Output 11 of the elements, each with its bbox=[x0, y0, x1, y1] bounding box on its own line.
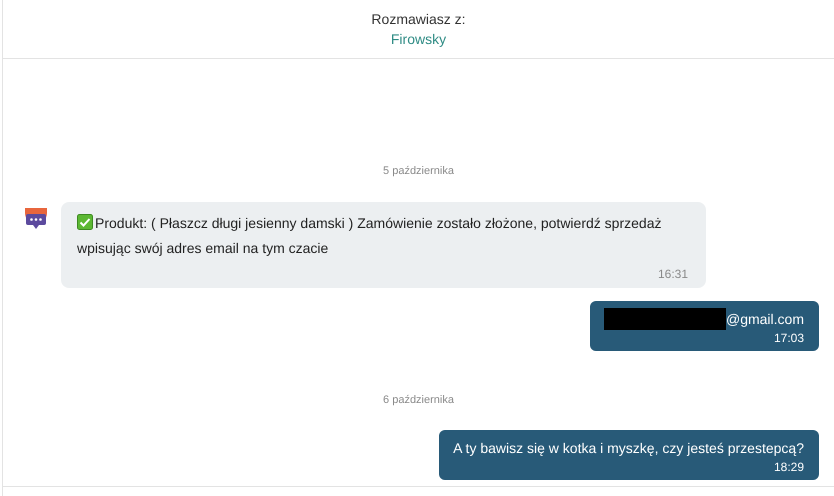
message-time: 18:29 bbox=[774, 459, 804, 475]
shop-icon bbox=[23, 206, 49, 230]
message-text: Produkt: ( Płaszcz długi jesienny damski ) Zamówienie zostało złożone, potwierdź sprzedaż wpisując swój adres email na tym czacie bbox=[77, 214, 662, 256]
date-separator: 5 października bbox=[383, 164, 454, 179]
message-time: 17:03 bbox=[774, 330, 804, 346]
header-label: Rozmawiasz z: bbox=[371, 10, 466, 29]
message-time: 16:31 bbox=[658, 266, 688, 282]
message-text: A ty bawisz się w kotka i myszkę, czy jesteś przestepcą? bbox=[453, 439, 804, 458]
date-separator: 6 października bbox=[383, 392, 454, 408]
contact-link[interactable]: Firowsky bbox=[390, 29, 446, 49]
message-text: @gmail.com bbox=[726, 310, 804, 329]
